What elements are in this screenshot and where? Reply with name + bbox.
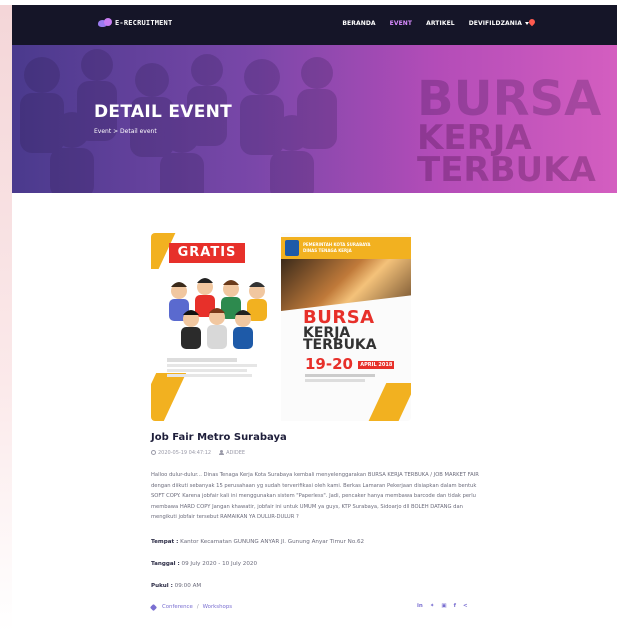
poster-headline-3: TERBUKA (303, 337, 377, 353)
twitter-icon[interactable]: ✦ (430, 603, 435, 609)
share-links: in ✦ ▣ f < (417, 603, 468, 609)
date-value: 09 July 2020 - 10 July 2020 (179, 561, 258, 567)
page-left-edge (0, 5, 12, 632)
date-label: Tanggal : (151, 561, 180, 567)
poster-gov-text: PEMERINTAH KOTA SURABAYA DINAS TENAGA KE… (303, 242, 370, 254)
event-author: ADIDEE (219, 450, 245, 456)
event-timestamp-text: 2020-05-19 04:47:12 (158, 450, 212, 456)
event-location: Tempat : Kantor Kecamatan GUNUNG ANYAR J… (151, 539, 364, 545)
event-description: Halloo dulur-dulur... Dinas Tenaga Kerja… (151, 472, 479, 520)
nav-event[interactable]: EVENT (390, 20, 412, 27)
clock-icon (151, 450, 156, 455)
breadcrumb: Event > Detail event (94, 128, 157, 135)
event-tags: Conference / Workshops (149, 603, 232, 611)
event-title: Job Fair Metro Surabaya (151, 432, 287, 443)
gov-line-2: DINAS TENAGA KERJA (303, 248, 352, 253)
site-logo[interactable]: E-RECRUITMENT (98, 18, 172, 28)
top-navbar: E-RECRUITMENT BERANDA EVENT ARTIKEL DEVI… (12, 5, 617, 45)
poster-dates: 19-20 APRIL 2018 (305, 355, 395, 373)
user-icon (219, 450, 225, 455)
event-poster-image: GRATIS PEMERINTAH KOTA SURABAYA DINAS TE… (151, 233, 411, 421)
poster-badge-gratis: GRATIS (169, 243, 245, 263)
linkedin-icon[interactable]: in (417, 603, 423, 609)
nav-artikel[interactable]: ARTIKEL (426, 20, 455, 27)
page-title: DETAIL EVENT (94, 102, 233, 122)
logo-text: E-RECRUITMENT (115, 19, 173, 27)
poster-stripe (367, 383, 411, 421)
time-value: 09:00 AM (172, 583, 202, 589)
facebook-icon[interactable]: f (454, 603, 456, 609)
banner-bg-word-3: TERBUKA (417, 150, 596, 190)
people-illustration (169, 278, 267, 349)
event-date: Tanggal : 09 July 2020 - 10 July 2020 (151, 561, 257, 567)
location-value: Kantor Kecamatan GUNUNG ANYAR Jl. Gunung… (178, 539, 365, 545)
banner-bg-word-1: BURSA (417, 71, 602, 127)
tag-separator: / (196, 604, 199, 610)
poster-days: 19-20 (305, 355, 353, 373)
event-author-text: ADIDEE (226, 450, 246, 456)
tag-conference[interactable]: Conference (162, 604, 193, 610)
nav-user-label: DEVIFILDZANIA (468, 20, 522, 27)
share-icon[interactable]: < (463, 603, 468, 609)
main-nav: BERANDA EVENT ARTIKEL DEVIFILDZANIA (342, 20, 529, 27)
event-meta: 2020-05-19 04:47:12 ADIDEE (151, 450, 245, 456)
event-time: Pukul : 09:00 AM (151, 583, 201, 589)
poster-right-panel: PEMERINTAH KOTA SURABAYA DINAS TENAGA KE… (281, 233, 411, 421)
poster-left-panel: GRATIS (151, 233, 281, 421)
surabaya-seal-icon (285, 240, 299, 256)
cloud-logo-icon (98, 18, 112, 28)
poster-venue-lines (305, 374, 375, 382)
poster-fine-print (167, 358, 267, 379)
tag-workshops[interactable]: Workshops (203, 604, 232, 610)
handshake-photo (281, 259, 411, 311)
time-label: Pukul : (151, 583, 173, 589)
poster-gov-header: PEMERINTAH KOTA SURABAYA DINAS TENAGA KE… (281, 237, 411, 259)
tag-icon (149, 603, 158, 611)
poster-month-year: APRIL 2018 (358, 360, 395, 369)
event-timestamp: 2020-05-19 04:47:12 (151, 450, 211, 456)
nav-user-menu[interactable]: DEVIFILDZANIA (469, 20, 529, 27)
page-frame: BURSA KERJA TERBUKA DETAIL EVENT Event >… (12, 5, 617, 632)
location-label: Tempat : (151, 539, 179, 545)
nav-beranda[interactable]: BERANDA (342, 20, 375, 27)
poster-stripe (151, 373, 187, 421)
location-pin-icon (529, 19, 535, 27)
instagram-icon[interactable]: ▣ (441, 603, 446, 609)
